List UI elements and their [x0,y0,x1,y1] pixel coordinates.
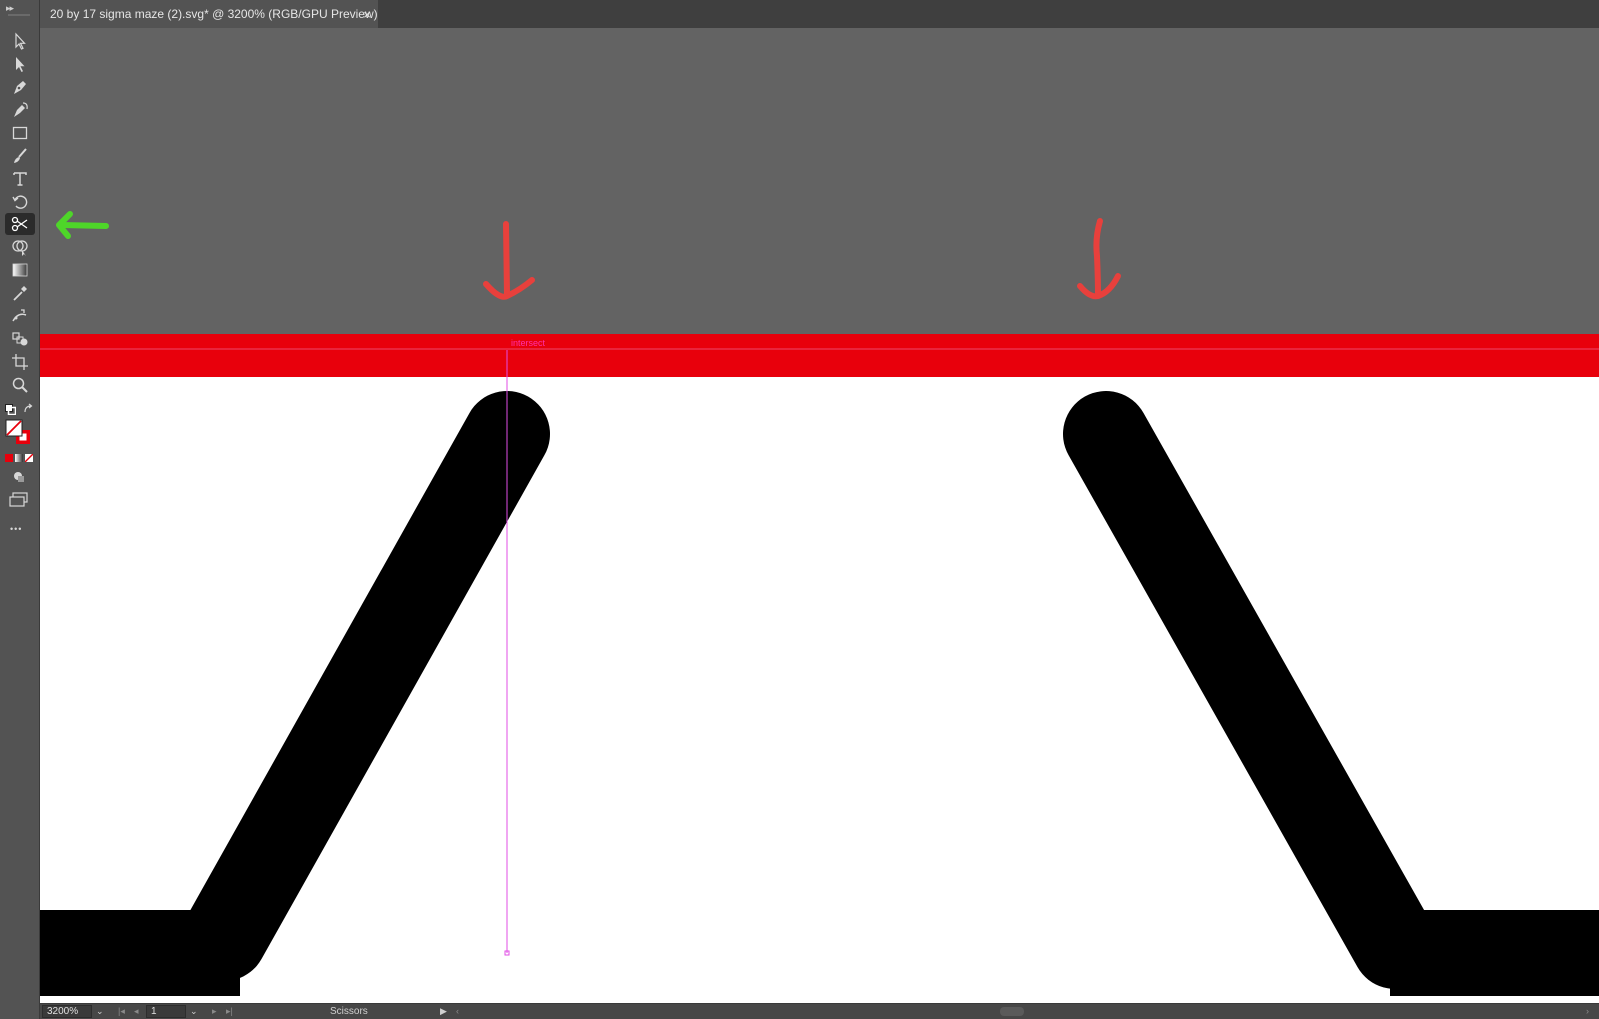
shape-builder-tool[interactable] [5,236,35,258]
scroll-left-icon[interactable]: ‹ [456,1005,459,1018]
horizontal-scroll-thumb[interactable] [1000,1007,1024,1016]
type-icon [13,172,27,186]
maze-diagonal-stroke-right[interactable] [1063,391,1438,989]
last-artboard-icon[interactable]: ▸| [226,1005,233,1018]
rotate-icon [12,195,28,209]
draw-mode-icon[interactable] [12,470,26,484]
fill-stroke-swatches[interactable] [5,419,33,447]
pen-tool[interactable] [5,76,35,98]
rotate-tool[interactable] [5,191,35,213]
puppet-warp-icon [12,309,27,322]
blend-icon [12,332,28,346]
maze-diagonal-stroke-left[interactable] [181,391,550,981]
document-tab-title: 20 by 17 sigma maze (2).svg* @ 3200% (RG… [50,7,378,21]
status-menu-icon[interactable]: ▶ [440,1005,447,1018]
gradient-mode-icon[interactable] [15,454,23,462]
green-arrow-annotation [56,211,109,239]
puppet-warp-tool[interactable] [5,305,35,327]
pen-icon [14,81,26,94]
scissors-icon [11,216,28,232]
tools-panel: ▸▸ ••• [0,0,40,1019]
eyedropper-tool[interactable] [5,282,35,304]
red-arrow-annotation-right [1077,218,1121,300]
arrow-icon [15,32,26,50]
artboard-tool[interactable] [5,351,35,373]
artboard-dropdown-chevron-icon[interactable]: ⌄ [190,1005,198,1018]
zoom-dropdown-chevron-icon[interactable]: ⌄ [96,1005,104,1018]
gradient-tool[interactable] [5,259,35,281]
document-tab-bar: 20 by 17 sigma maze (2).svg* @ 3200% (RG… [40,0,1599,29]
gradient-icon [12,263,28,277]
zoom-level-field[interactable]: 3200% [42,1005,92,1018]
current-tool-label: Scissors [330,1006,368,1017]
blend-tool[interactable] [5,328,35,350]
paintbrush-tool[interactable] [5,145,35,167]
document-canvas[interactable]: intersect [40,28,1599,1003]
default-fill-stroke-icon[interactable] [5,402,17,416]
scissors-tool[interactable] [5,213,35,235]
magnifier-icon [12,377,28,393]
type-tool[interactable] [5,168,35,190]
close-icon[interactable]: × [358,0,376,28]
shape-builder-icon [12,240,28,256]
next-artboard-icon[interactable]: ▸ [212,1005,217,1018]
status-bar: 3200% ⌄ |◂ ◂ 1 ⌄ ▸ ▸| Scissors ▶ ‹ › [40,1003,1599,1019]
panel-collapse-icon[interactable]: ▸▸ [6,3,14,14]
eyedropper-icon [13,286,27,301]
zoom-tool[interactable] [5,374,35,396]
artboard-number-field[interactable]: 1 [146,1005,186,1018]
direct-selection-tool[interactable] [5,53,35,75]
scroll-right-icon[interactable]: › [1586,1005,1589,1018]
red-arrow-annotation-left [483,221,535,300]
previous-artboard-icon[interactable]: ◂ [134,1005,139,1018]
smart-guide-label: intersect [511,338,546,348]
panel-grip[interactable] [8,14,30,16]
artboard-icon [12,354,28,370]
color-mode-icon[interactable] [5,454,13,462]
none-mode-icon[interactable] [25,454,33,462]
filled-arrow-icon [16,57,25,72]
swap-fill-stroke-icon[interactable] [23,402,35,414]
rectangle-icon [12,126,28,140]
selection-tool[interactable] [5,30,35,52]
rectangle-tool[interactable] [5,122,35,144]
curvature-pen-icon [14,102,28,117]
first-artboard-icon[interactable]: |◂ [118,1005,125,1018]
screen-mode-icon[interactable] [9,492,29,508]
brush-icon [14,148,27,163]
more-tools-icon[interactable]: ••• [10,524,22,534]
curvature-tool[interactable] [5,99,35,121]
document-tab[interactable]: 20 by 17 sigma maze (2).svg* @ 3200% (RG… [40,0,378,28]
